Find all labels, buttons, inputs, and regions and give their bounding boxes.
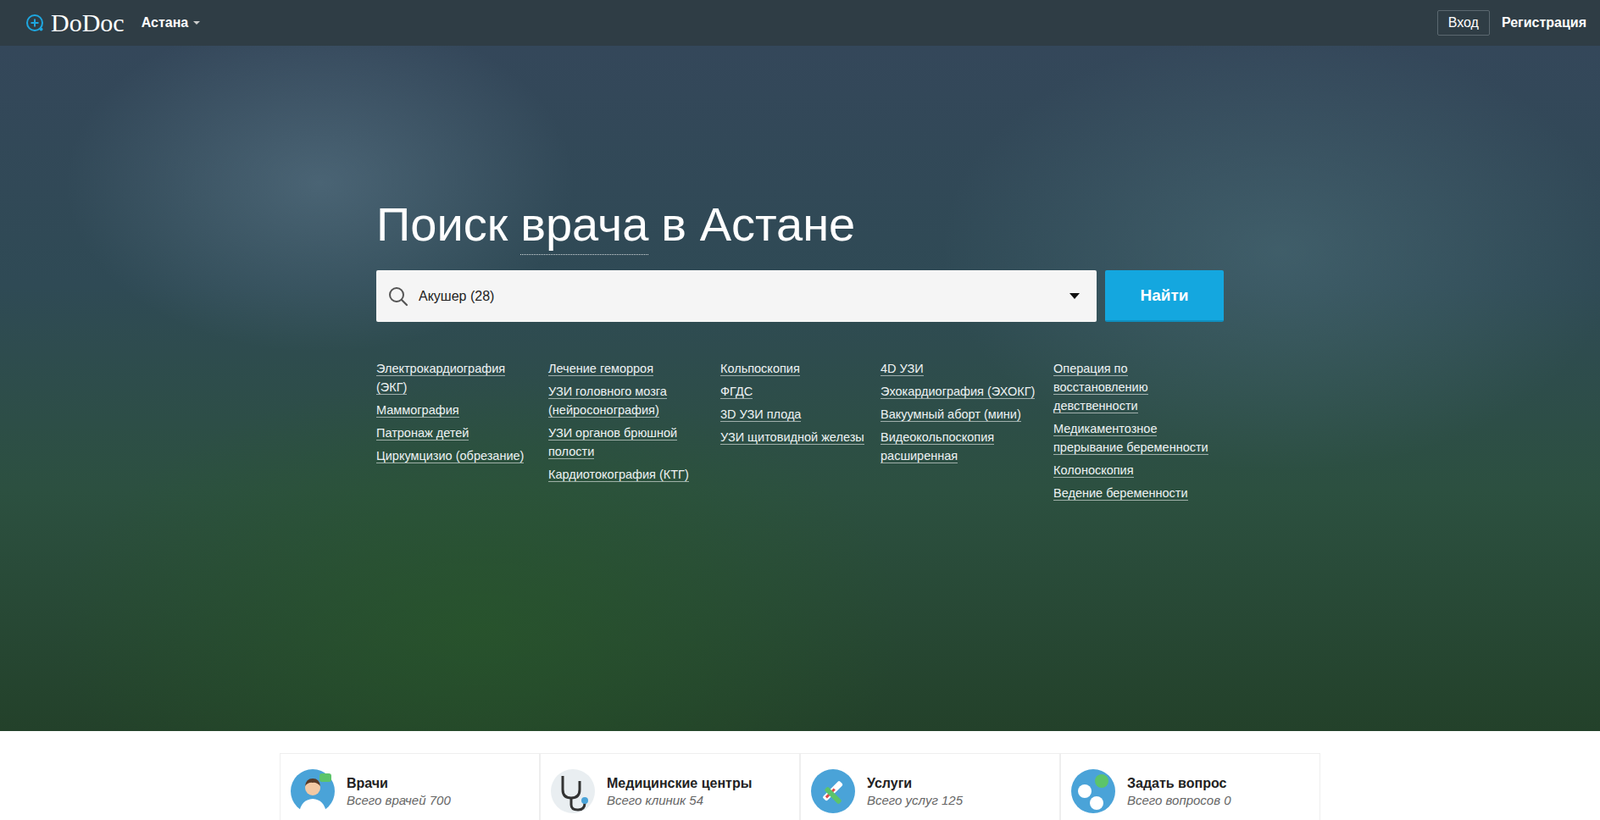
service-link[interactable]: Маммография [376,400,535,420]
stat-count: Всего вопросов 0 [1127,793,1232,808]
search-panel: Поискврачав Астане Акушер (28) Найти Электр… [376,45,1224,732]
doctor-icon [290,769,335,814]
question-icon [1071,769,1116,814]
stat-card[interactable]: Задать вопросВсего вопросов 0 [1060,753,1321,820]
stat-icon [550,769,595,814]
stat-card[interactable]: Медицинские центрыВсего клиник 54 [539,753,800,820]
service-link[interactable]: УЗИ щитовидной железы [720,427,867,447]
top-bar: DoDoc Астана Вход Регистрация [0,0,1600,46]
caret-icon [193,21,200,25]
service-link[interactable]: Вакуумный аборт (мини) [880,405,1040,424]
magnifier-icon [388,286,409,307]
title-text: Поиск [376,194,508,256]
popular-services: Электрокардиография (ЭКГ) Маммография Патр… [376,359,1224,503]
stat-title: Задать вопрос [1127,776,1232,792]
search-field[interactable]: Акушер (28) [376,270,1097,323]
service-link[interactable]: Ведение беременности [1053,483,1210,503]
stat-title: Врачи [346,776,451,792]
syringes-icon [811,769,856,814]
service-link[interactable]: Колоноскопия [1053,461,1210,480]
service-link[interactable]: УЗИ органов брюшной полости [548,423,707,462]
title-link[interactable]: врача [520,194,649,256]
search-value: Акушер (28) [418,288,1060,305]
service-link[interactable]: УЗИ головного мозга (нейросонография) [548,382,707,420]
service-column: Лечение геморроя УЗИ головного мозга (ней… [548,359,721,503]
register-link[interactable]: Регистрация [1501,15,1587,31]
search-button[interactable]: Найти [1105,270,1224,323]
stethoscope-icon [550,769,595,814]
service-link[interactable]: Кардиотокография (КТГ) [548,465,707,484]
service-column: Электрокардиография (ЭКГ) Маммография Патр… [376,359,549,503]
search-row: Акушер (28) Найти [376,270,1224,323]
service-link[interactable]: Медикаментозное прерывание беременности [1053,419,1210,457]
hero-photo: Поискврачав Астане Акушер (28) Найти Электр… [0,45,1600,732]
stat-card[interactable]: ВрачиВсего врачей 700 [279,753,540,820]
title-text: в Астане [661,194,856,256]
stat-icon [811,769,856,814]
hero-title: Поискврачав Астане [376,194,1224,256]
city-label: Астана [141,15,189,31]
service-link[interactable]: 3D УЗИ плода [720,405,867,424]
logo[interactable]: DoDoc [25,8,125,38]
stat-icon [1071,769,1116,814]
stat-card[interactable]: УслугиВсего услуг 125 [800,753,1061,820]
service-link[interactable]: Эхокардиография (ЭХОКГ) [880,382,1040,401]
stat-count: Всего клиник 54 [606,793,752,808]
stat-count: Всего услуг 125 [866,793,963,808]
service-link[interactable]: ФГДС [720,382,867,401]
service-column: Операция по восстановлению девственности… [1053,359,1223,503]
logo-text: DoDoc [50,8,125,38]
service-link[interactable]: Лечение геморроя [548,359,707,378]
service-link[interactable]: Электрокардиография (ЭКГ) [376,359,535,397]
page: DoDoc Астана Вход Регистрация Поискврачав Ас… [0,0,1600,820]
service-link[interactable]: Видеокольпоскопия расширенная [880,427,1040,466]
service-link[interactable]: Патронаж детей [376,423,535,443]
service-link[interactable]: Циркумцизио (обрезание) [376,446,535,466]
service-link[interactable]: 4D УЗИ [880,359,1040,378]
logo-plus-icon [25,13,45,33]
service-link[interactable]: Операция по восстановлению девственности [1053,359,1210,416]
service-column: Кольпоскопия ФГДС 3D УЗИ плода УЗИ щитовидн… [720,359,881,503]
service-column: 4D УЗИ Эхокардиография (ЭХОКГ) Вакуумный а… [880,359,1054,503]
stat-title: Услуги [866,776,963,792]
stat-title: Медицинские центры [606,776,752,792]
stat-count: Всего врачей 700 [346,793,451,808]
dropdown-caret-icon[interactable] [1069,293,1080,300]
stats-strip: ВрачиВсего врачей 700Медицинские центрыВ… [0,731,1600,820]
service-link[interactable]: Кольпоскопия [720,359,867,378]
stat-icon [290,769,335,814]
city-select[interactable]: Астана [141,15,201,31]
login-button[interactable]: Вход [1437,10,1490,36]
